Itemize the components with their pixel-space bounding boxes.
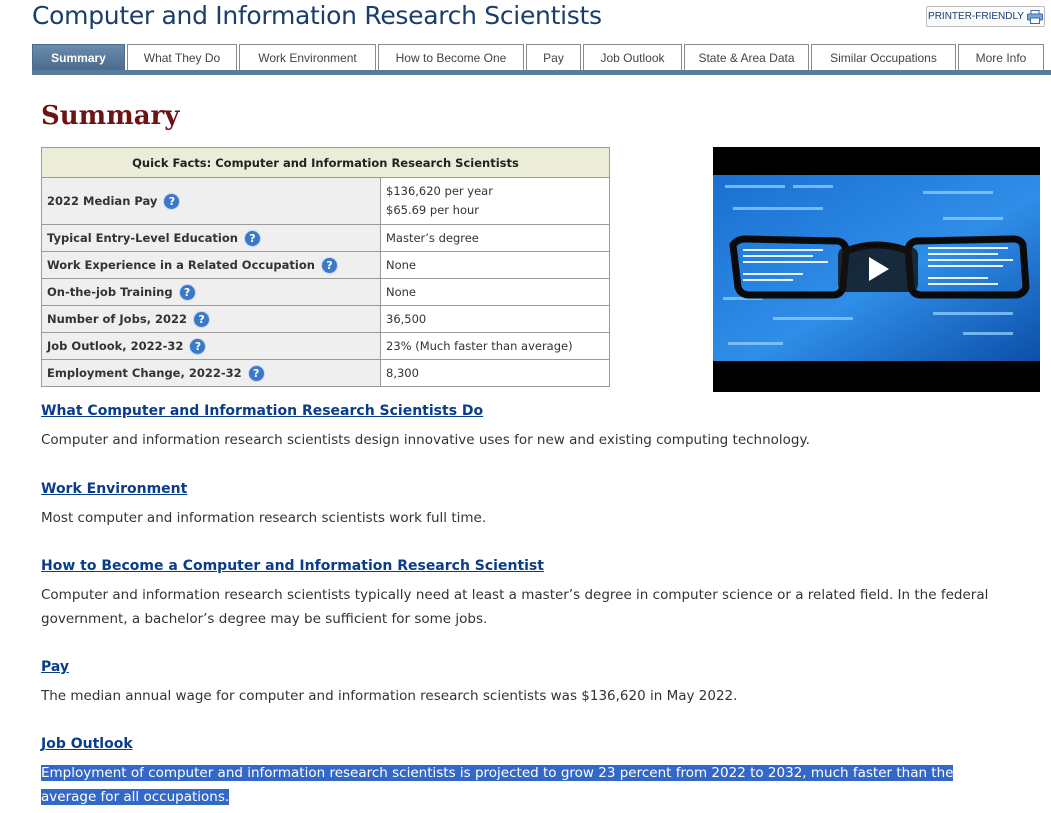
row-value: 36,500 (380, 305, 610, 333)
page-title: Computer and Information Research Scient… (32, 1, 602, 30)
link-job-outlook[interactable]: Job Outlook (41, 733, 1041, 755)
tab-underbar (32, 70, 1051, 75)
tab-what-they-do[interactable]: What They Do (127, 44, 237, 70)
table-row: Employment Change, 2022-32? 8,300 (41, 359, 610, 387)
printer-friendly-label: PRINTER-FRIENDLY (928, 11, 1024, 22)
help-icon[interactable]: ? (164, 193, 180, 209)
quick-facts-caption: Quick Facts: Computer and Information Re… (41, 147, 610, 178)
tab-bar: Summary What They Do Work Environment Ho… (32, 44, 1051, 72)
section-text: Most computer and information research s… (41, 510, 487, 526)
tab-work-environment[interactable]: Work Environment (239, 44, 376, 70)
row-label: Typical Entry-Level Education? (41, 224, 381, 252)
section-text: The median annual wage for computer and … (41, 688, 738, 704)
section-pay: Pay The median annual wage for computer … (41, 656, 1041, 708)
help-icon[interactable]: ? (179, 284, 195, 300)
table-row: Typical Entry-Level Education? Master’s … (41, 224, 610, 252)
row-value: 8,300 (380, 359, 610, 387)
table-row: On-the-job Training? None (41, 278, 610, 306)
row-value: None (380, 278, 610, 306)
row-label-text: Typical Entry-Level Education (47, 230, 238, 245)
tab-summary[interactable]: Summary (32, 44, 125, 70)
row-label-text: On-the-job Training (47, 284, 173, 299)
tab-how-to-become-one[interactable]: How to Become One (378, 44, 524, 70)
section-what-they-do: What Computer and Information Research S… (41, 400, 1041, 452)
tab-job-outlook[interactable]: Job Outlook (583, 44, 682, 70)
row-label-text: Employment Change, 2022-32 (47, 365, 242, 380)
row-label: Number of Jobs, 2022? (41, 305, 381, 333)
table-row: Work Experience in a Related Occupation?… (41, 251, 610, 279)
table-row: Job Outlook, 2022-32? 23% (Much faster t… (41, 332, 610, 360)
printer-icon (1026, 9, 1043, 24)
section-work-environment: Work Environment Most computer and infor… (41, 478, 1041, 530)
quick-facts-table: Quick Facts: Computer and Information Re… (41, 147, 610, 387)
row-value: $136,620 per year $65.69 per hour (380, 177, 610, 225)
row-value: 23% (Much faster than average) (380, 332, 610, 360)
row-value: None (380, 251, 610, 279)
row-label-text: 2022 Median Pay (47, 193, 158, 208)
row-label: Job Outlook, 2022-32? (41, 332, 381, 360)
selected-text: Employment of computer and information r… (41, 765, 954, 805)
help-icon[interactable]: ? (244, 230, 260, 246)
help-icon[interactable]: ? (248, 365, 264, 381)
link-how-to-become[interactable]: How to Become a Computer and Information… (41, 555, 1041, 577)
row-label-text: Number of Jobs, 2022 (47, 311, 188, 326)
link-work-environment[interactable]: Work Environment (41, 478, 1041, 500)
summary-sections: What Computer and Information Research S… (41, 400, 1041, 809)
row-label: Employment Change, 2022-32? (41, 359, 381, 387)
help-icon[interactable]: ? (194, 311, 210, 327)
printer-friendly-button[interactable]: PRINTER-FRIENDLY (926, 6, 1045, 27)
row-label-text: Work Experience in a Related Occupation (47, 257, 315, 272)
summary-heading: Summary (41, 101, 180, 131)
link-pay[interactable]: Pay (41, 656, 1041, 678)
table-row: 2022 Median Pay? $136,620 per year $65.6… (41, 177, 610, 225)
median-pay-annual: $136,620 per year (386, 184, 493, 198)
tab-state-area-data[interactable]: State & Area Data (684, 44, 809, 70)
median-pay-hourly: $65.69 per hour (386, 203, 479, 217)
tab-pay[interactable]: Pay (526, 44, 581, 70)
video-player[interactable] (713, 147, 1040, 392)
row-label-text: Job Outlook, 2022-32 (47, 338, 184, 353)
section-job-outlook: Job Outlook Employment of computer and i… (41, 733, 1041, 809)
help-icon[interactable]: ? (190, 338, 206, 354)
row-label: Work Experience in a Related Occupation? (41, 251, 381, 279)
table-row: Number of Jobs, 2022? 36,500 (41, 305, 610, 333)
row-label: 2022 Median Pay? (41, 177, 381, 225)
tab-more-info[interactable]: More Info (958, 44, 1044, 70)
link-what-they-do[interactable]: What Computer and Information Research S… (41, 400, 1041, 422)
section-text: Computer and information research scient… (41, 587, 989, 627)
section-text: Computer and information research scient… (41, 432, 810, 448)
video-thumbnail (713, 147, 1040, 392)
tab-similar-occupations[interactable]: Similar Occupations (811, 44, 956, 70)
row-value: Master’s degree (380, 224, 610, 252)
row-label: On-the-job Training? (41, 278, 381, 306)
help-icon[interactable]: ? (321, 257, 337, 273)
section-how-to-become: How to Become a Computer and Information… (41, 555, 1041, 631)
section-text: Employment of computer and information r… (41, 761, 971, 809)
